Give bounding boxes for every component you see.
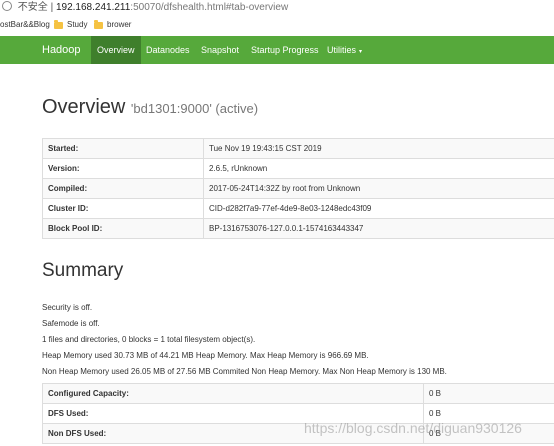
security-status: Security is off. bbox=[42, 303, 93, 312]
table-row: Version: 2.6.5, rUnknown bbox=[42, 158, 554, 179]
table-row: Configured Capacity: 0 B bbox=[42, 383, 554, 404]
bookmark-label: ostBar&&Blog bbox=[0, 20, 50, 29]
overview-title: Overview bbox=[42, 96, 126, 118]
bookmarks-bar: ostBar&&Blog Study brower bbox=[0, 16, 554, 34]
folder-icon bbox=[94, 19, 103, 29]
bookmark-label: brower bbox=[107, 20, 132, 29]
filesystem-objects: 1 files and directories, 0 blocks = 1 to… bbox=[42, 335, 256, 344]
row-value: BP-1316753076-127.0.0.1-1574163443347 bbox=[203, 218, 554, 239]
non-heap-memory: Non Heap Memory used 26.05 MB of 27.56 M… bbox=[42, 367, 447, 376]
row-key: Block Pool ID: bbox=[42, 218, 204, 239]
table-row: Compiled: 2017-05-24T14:32Z by root from … bbox=[42, 178, 554, 199]
row-key: Compiled: bbox=[42, 178, 204, 199]
row-value: Tue Nov 19 19:43:15 CST 2019 bbox=[203, 138, 554, 159]
navbar: Hadoop Overview Datanodes Snapshot Start… bbox=[0, 36, 554, 64]
bookmark-folder-study[interactable]: Study bbox=[54, 16, 87, 34]
nav-utilities-label: Utilities bbox=[327, 45, 357, 55]
table-row: Started: Tue Nov 19 19:43:15 CST 2019 bbox=[42, 138, 554, 159]
overview-table: Started: Tue Nov 19 19:43:15 CST 2019 Ver… bbox=[42, 138, 554, 239]
info-icon[interactable] bbox=[2, 1, 12, 11]
nav-datanodes[interactable]: Datanodes bbox=[140, 36, 196, 64]
page-title: Overview 'bd1301:9000' (active) bbox=[42, 96, 258, 119]
row-value: CID-d282f7a9-77ef-4de9-8e03-1248edc43f09 bbox=[203, 198, 554, 219]
overview-subtitle: 'bd1301:9000' (active) bbox=[130, 101, 259, 116]
bookmark-folder-brower[interactable]: brower bbox=[94, 16, 131, 34]
bookmark-item[interactable]: ostBar&&Blog bbox=[0, 16, 50, 34]
folder-icon bbox=[54, 19, 63, 29]
row-key: Started: bbox=[42, 138, 204, 159]
security-label: 不安全 bbox=[17, 2, 48, 13]
row-key: Version: bbox=[42, 158, 204, 179]
table-row: Cluster ID: CID-d282f7a9-77ef-4de9-8e03-1… bbox=[42, 198, 554, 219]
nav-snapshot[interactable]: Snapshot bbox=[195, 36, 245, 64]
row-key: Configured Capacity: bbox=[42, 383, 424, 404]
caret-down-icon: ▾ bbox=[359, 49, 363, 55]
nav-startup-progress[interactable]: Startup Progress bbox=[245, 36, 325, 64]
url-path: :50070/dfshealth.html#tab-overview bbox=[130, 2, 289, 13]
row-value: 0 B bbox=[423, 383, 554, 404]
table-row: Block Pool ID: BP-1316753076-127.0.0.1-15… bbox=[42, 218, 554, 239]
bookmark-label: Study bbox=[67, 20, 88, 29]
heap-memory: Heap Memory used 30.73 MB of 44.21 MB He… bbox=[42, 351, 369, 360]
url-host: 192.168.241.211 bbox=[55, 2, 131, 13]
summary-title: Summary bbox=[42, 260, 124, 281]
row-key: Cluster ID: bbox=[42, 198, 204, 219]
nav-overview[interactable]: Overview bbox=[91, 36, 141, 64]
address-bar[interactable]: 不安全 | 192.168.241.211:50070/dfshealth.ht… bbox=[0, 0, 554, 16]
brand-logo[interactable]: Hadoop bbox=[42, 36, 81, 64]
row-value: 2017-05-24T14:32Z by root from Unknown bbox=[203, 178, 554, 199]
nav-utilities[interactable]: Utilities ▾ bbox=[321, 36, 368, 64]
safemode-status: Safemode is off. bbox=[42, 319, 100, 328]
row-value: 2.6.5, rUnknown bbox=[203, 158, 554, 179]
watermark: https://blog.csdn.net/diguan930126 bbox=[304, 420, 522, 436]
